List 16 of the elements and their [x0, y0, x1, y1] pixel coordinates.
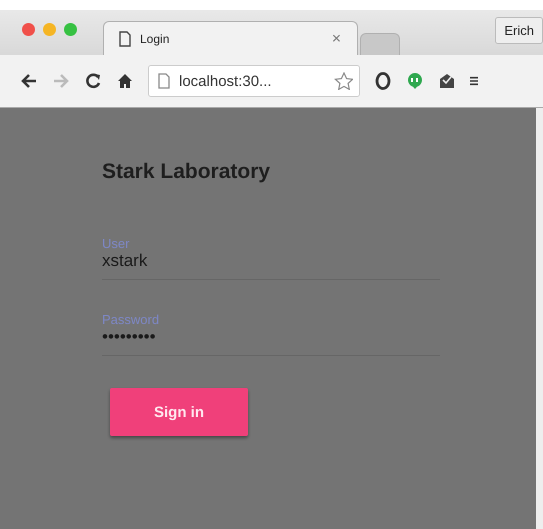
ring-icon[interactable] [374, 72, 392, 90]
profile-button[interactable]: Erich [495, 17, 543, 44]
text-field[interactable]: xstark [102, 251, 440, 280]
close-button[interactable] [22, 23, 35, 36]
reload-icon[interactable] [84, 72, 102, 90]
field-label: Password [102, 312, 160, 327]
chat-bubble-icon[interactable] [406, 72, 424, 90]
back-icon[interactable] [20, 72, 38, 90]
star-icon[interactable] [333, 72, 353, 90]
text-field[interactable]: ••••••••• [102, 327, 440, 356]
envelope-icon[interactable] [438, 72, 456, 90]
address-bar[interactable]: localhost:30... [148, 65, 360, 97]
home-icon[interactable] [116, 72, 134, 90]
browser-tab[interactable]: Login [103, 21, 358, 55]
field-label: User [102, 236, 130, 251]
page-title: Stark Laboratory [102, 160, 272, 184]
